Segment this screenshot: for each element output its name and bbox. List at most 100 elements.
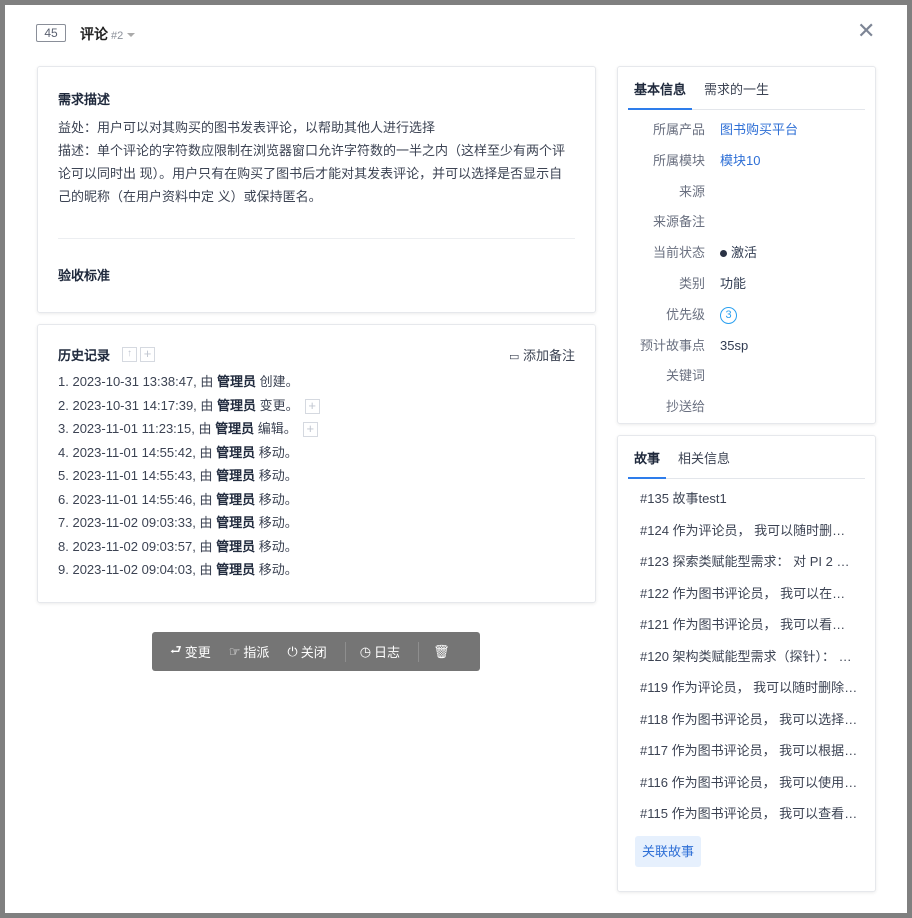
- log-button[interactable]: ◷ 日志: [360, 642, 400, 661]
- story-item[interactable]: #123 探索类赋能型需求： 对 PI 2 的需求: [618, 546, 858, 578]
- info-label: 关键词: [665, 368, 705, 384]
- chevron-down-icon[interactable]: [127, 33, 136, 38]
- tab-related[interactable]: 相关信息: [672, 436, 736, 478]
- info-value: 35sp: [720, 337, 749, 353]
- power-icon: ⏻: [287, 643, 298, 659]
- info-label: 所属模块: [652, 152, 705, 168]
- entry-action: 创建。: [259, 374, 299, 389]
- info-value: [705, 361, 875, 392]
- history-entry: 8. 2023-11-02 09:03:57, 由 管理员 移动。: [58, 535, 575, 559]
- entry-user: 管理员: [215, 421, 255, 436]
- history-entry: 1. 2023-10-31 13:38:47, 由 管理员 创建。: [58, 370, 575, 394]
- expand-icon[interactable]: +: [302, 422, 318, 438]
- change-icon: ⮐: [170, 641, 182, 657]
- story-item[interactable]: #124 作为评论员， 我可以随时删除我的评论: [618, 515, 858, 547]
- entry-user: 管理员: [216, 515, 256, 530]
- story-item[interactable]: #122 作为图书评论员， 我可以在评论中: [618, 578, 858, 610]
- divider: [418, 641, 420, 662]
- info-value: [705, 177, 875, 208]
- clock-icon: ◷: [359, 643, 372, 659]
- info-label: 类别: [678, 275, 705, 291]
- assign-button[interactable]: ☞ 指派: [229, 642, 270, 661]
- entry-number: 7.: [58, 515, 69, 530]
- entry-action: 移动。: [258, 562, 298, 577]
- history-entry: 5. 2023-11-01 14:55:43, 由 管理员 移动。: [58, 464, 575, 488]
- story-item[interactable]: #135 故事test1: [618, 483, 858, 515]
- acceptance-heading: 验收标准: [58, 268, 111, 283]
- title-text: 评论: [80, 26, 108, 42]
- version-label[interactable]: #2: [111, 30, 123, 42]
- entry-user: 管理员: [216, 562, 256, 577]
- assign-label: 指派: [243, 645, 270, 660]
- entry-number: 3.: [58, 421, 69, 436]
- entry-action: 移动。: [258, 538, 298, 554]
- entry-user: 管理员: [216, 468, 256, 483]
- priority-badge: 3: [720, 306, 737, 324]
- story-item[interactable]: #117 作为图书评论员， 我可以根据评分: [618, 735, 858, 767]
- entry-user: 管理员: [216, 444, 256, 460]
- expand-icon[interactable]: +: [304, 398, 320, 414]
- history-card: 历史记录 ↑ + ▭ 添加备注 1. 2023-10-31 13:38:47, …: [37, 324, 596, 603]
- entry-action: 变更。: [259, 397, 299, 413]
- description-heading: 需求描述: [58, 92, 111, 107]
- story-item[interactable]: #120 架构类赋能型需求（探针）： 评估: [618, 641, 858, 673]
- entry-number: 8.: [58, 538, 69, 554]
- link-story-button[interactable]: 关联故事: [635, 835, 702, 867]
- info-card: 基本信息 需求的一生 所属产品 图书购买平台 所属模块 模块10 来源 来源备注 当前状态 激活…: [617, 66, 876, 424]
- history-entry: 3. 2023-11-01 11:23:15, 由 管理员 编辑。 +: [58, 417, 575, 441]
- entry-time: 2023-10-31 14:17:39, 由: [72, 397, 214, 413]
- delete-button[interactable]: 🗑: [433, 644, 450, 660]
- close-button[interactable]: ✕: [857, 18, 875, 44]
- divider: [344, 641, 346, 662]
- description-card: 需求描述 益处：用户可以对其购买的图书发表评论，以帮助其他人进行选择 描述：单个…: [37, 66, 596, 313]
- close-story-button[interactable]: ⏻ 关闭: [287, 642, 326, 661]
- entry-action: 编辑。: [257, 421, 297, 436]
- entry-time: 2023-10-31 13:38:47, 由: [72, 374, 214, 389]
- comment-icon: ▭: [508, 351, 520, 363]
- story-item[interactable]: #119 作为评论员， 我可以随时删除评论: [618, 672, 858, 704]
- info-link[interactable]: 模块10: [720, 153, 760, 168]
- entry-user: 管理员: [216, 491, 256, 507]
- info-link[interactable]: 图书购买平台: [720, 122, 798, 137]
- entry-number: 2.: [58, 397, 69, 413]
- story-item[interactable]: #121 作为图书评论员， 我可以看到其他: [618, 609, 858, 641]
- info-label: 来源备注: [652, 214, 705, 230]
- action-toolbar: ⮐ 变更 ☞ 指派 ⏻ 关闭 ◷ 日志 🗑: [152, 632, 480, 671]
- entry-number: 4.: [58, 444, 69, 460]
- history-entry: 6. 2023-11-01 14:55:46, 由 管理员 移动。: [58, 488, 575, 512]
- story-id-badge: 45: [36, 24, 66, 42]
- entry-time: 2023-11-02 09:03:33, 由: [72, 515, 213, 530]
- entry-number: 5.: [58, 468, 69, 483]
- info-label: 抄送给: [665, 399, 705, 415]
- log-label: 日志: [374, 645, 401, 660]
- info-value: 激活: [705, 238, 875, 269]
- tab-lifecycle[interactable]: 需求的一生: [698, 67, 775, 109]
- tab-basic-info[interactable]: 基本信息: [628, 67, 693, 110]
- info-value[interactable]: 图书购买平台: [705, 115, 875, 146]
- info-value[interactable]: 模块10: [705, 146, 875, 177]
- close-label: 关闭: [300, 645, 327, 660]
- info-label: 所属产品: [652, 122, 705, 137]
- entry-user: 管理员: [217, 374, 257, 389]
- story-item[interactable]: #115 作为图书评论员， 我可以查看评论: [618, 798, 858, 830]
- tab-stories[interactable]: 故事: [628, 436, 667, 479]
- info-value: 功能: [720, 275, 747, 291]
- info-value: [705, 392, 875, 423]
- change-button[interactable]: ⮐ 变更: [170, 641, 211, 663]
- change-label: 变更: [184, 645, 211, 660]
- description-benefit: 益处：用户可以对其购买的图书发表评论，以帮助其他人进行选择: [58, 120, 436, 135]
- story-item[interactable]: #116 作为图书评论员， 我可以使用格式: [618, 767, 858, 799]
- history-entry: 9. 2023-11-02 09:04:03, 由 管理员 移动。: [58, 558, 575, 582]
- entry-action: 移动。: [258, 468, 298, 483]
- entry-number: 9.: [58, 562, 69, 577]
- entry-time: 2023-11-02 09:04:03, 由: [72, 562, 213, 577]
- entry-action: 移动。: [258, 515, 298, 530]
- story-item[interactable]: #118 作为图书评论员， 我可以选择匿名: [618, 704, 858, 736]
- stories-card: 故事相关信息 #135 故事test1#124 作为评论员， 我可以随时删除我的…: [617, 435, 876, 892]
- history-heading: 历史记录: [58, 348, 111, 363]
- story-title: 评论 #2: [80, 24, 136, 44]
- expand-all-icon[interactable]: +: [140, 347, 156, 362]
- add-note-label: 添加备注: [522, 348, 575, 363]
- arrow-up-icon[interactable]: ↑: [122, 347, 138, 362]
- add-note-button[interactable]: ▭ 添加备注: [509, 345, 575, 364]
